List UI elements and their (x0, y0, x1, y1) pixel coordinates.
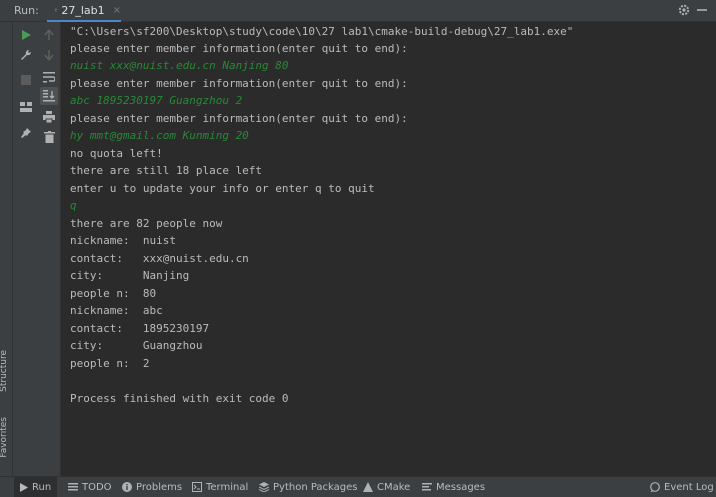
bottom-tab-terminal[interactable]: Terminal (192, 477, 248, 497)
print-button[interactable] (40, 108, 58, 126)
soft-wrap-icon (43, 71, 55, 82)
console-line: contact: xxx@nuist.edu.cn (70, 252, 249, 265)
bottom-tab-run-label: Run (32, 481, 52, 493)
pin-tab-button[interactable] (17, 124, 35, 142)
wrench-icon (21, 49, 32, 60)
event-log-icon (650, 482, 660, 492)
console-line: no quota left! (70, 147, 163, 160)
bottom-tab-event-log[interactable]: Event Log (650, 477, 714, 497)
minimize-icon[interactable] (697, 9, 707, 11)
console-line: contact: 1895230197 (70, 322, 210, 335)
up-stack-button[interactable] (40, 26, 58, 44)
tab-label: 27_lab1 (61, 3, 105, 17)
messages-icon (422, 483, 432, 491)
pin-icon (21, 128, 31, 138)
console-line: nickname: nuist (70, 234, 176, 247)
play-icon (22, 30, 31, 40)
bottom-tab-problems[interactable]: Problems (122, 477, 182, 497)
bottom-tool-bar: Run TODO Problems Terminal Python Packag… (0, 476, 716, 497)
soft-wrap-button[interactable] (40, 68, 58, 86)
stop-icon (21, 75, 31, 85)
left-tool-strip: Structure Favorites (0, 22, 13, 476)
close-icon[interactable]: × (113, 5, 121, 16)
cmake-icon (363, 482, 373, 492)
bottom-tab-todo[interactable]: TODO (68, 477, 112, 497)
bottom-tab-problems-label: Problems (136, 481, 183, 493)
scroll-to-end-button[interactable] (40, 87, 58, 105)
bottom-tab-messages-label: Messages (436, 481, 486, 493)
console-input-line: abc 1895230197 Guangzhou 2 (70, 94, 243, 107)
structure-tab[interactable]: Structure (0, 350, 13, 392)
scroll-to-end-icon (43, 90, 55, 102)
console-line-command: "C:\Users\sf200\Desktop\study\code\10\27… (70, 25, 574, 38)
down-stack-button[interactable] (40, 46, 58, 64)
bottom-tab-messages[interactable]: Messages (422, 477, 485, 497)
console-line: please enter member information(enter qu… (70, 77, 408, 90)
run-label: Run: (14, 4, 39, 17)
info-icon (122, 482, 132, 492)
console-line: there are still 18 place left (70, 164, 263, 177)
console-line: enter u to update your info or enter q t… (70, 182, 375, 195)
console-line: there are 82 people now (70, 217, 223, 230)
run-tool-window-header: Run: 27_lab1 × (0, 0, 716, 22)
bottom-tab-cmake-label: CMake (377, 481, 411, 493)
console-output[interactable]: "C:\Users\sf200\Desktop\study\code\10\27… (61, 22, 716, 476)
console-line: city: Guangzhou (70, 339, 203, 352)
rerun-button[interactable] (17, 26, 35, 44)
console-line: people n: 80 (70, 287, 157, 300)
trash-icon (43, 131, 55, 143)
bottom-tab-terminal-label: Terminal (206, 481, 249, 493)
play-icon (20, 482, 28, 492)
bottom-tab-python-packages-label: Python Packages (273, 481, 358, 493)
favorites-tab[interactable]: Favorites (0, 417, 13, 458)
run-config-icon (55, 8, 58, 12)
tab-27-lab1[interactable]: 27_lab1 × (47, 0, 121, 22)
terminal-icon (192, 482, 202, 492)
arrow-down-icon (44, 50, 54, 61)
printer-icon (43, 111, 55, 123)
edit-configuration-button[interactable] (17, 46, 35, 64)
restore-layout-button[interactable] (17, 98, 35, 116)
console-input-line: hy mmt@gmail.com Kunming 20 (70, 129, 249, 142)
console-input-line: nuist xxx@nuist.edu.cn Nanjing 80 (70, 59, 289, 72)
bottom-tab-run[interactable]: Run (14, 477, 58, 497)
stop-button[interactable] (17, 71, 35, 89)
console-line-exit: Process finished with exit code 0 (70, 392, 289, 405)
console-line: please enter member information(enter qu… (70, 112, 408, 125)
console-line: nickname: abc (70, 304, 163, 317)
arrow-up-icon (44, 29, 54, 40)
console-line: people n: 2 (70, 357, 150, 370)
console-toolbar (38, 22, 61, 476)
run-toolbar (13, 22, 38, 476)
console-line: please enter member information(enter qu… (70, 42, 408, 55)
bottom-tab-event-log-label: Event Log (664, 481, 714, 493)
gear-icon[interactable] (677, 3, 691, 17)
console-input-line: q (70, 199, 77, 212)
bottom-tab-python-packages[interactable]: Python Packages (259, 477, 358, 497)
list-icon (68, 483, 78, 491)
layers-icon (259, 482, 269, 492)
console-line: city: Nanjing (70, 269, 190, 282)
clear-all-button[interactable] (40, 128, 58, 146)
layout-icon (20, 102, 32, 112)
bottom-tab-todo-label: TODO (82, 481, 112, 493)
bottom-tab-cmake[interactable]: CMake (363, 477, 410, 497)
